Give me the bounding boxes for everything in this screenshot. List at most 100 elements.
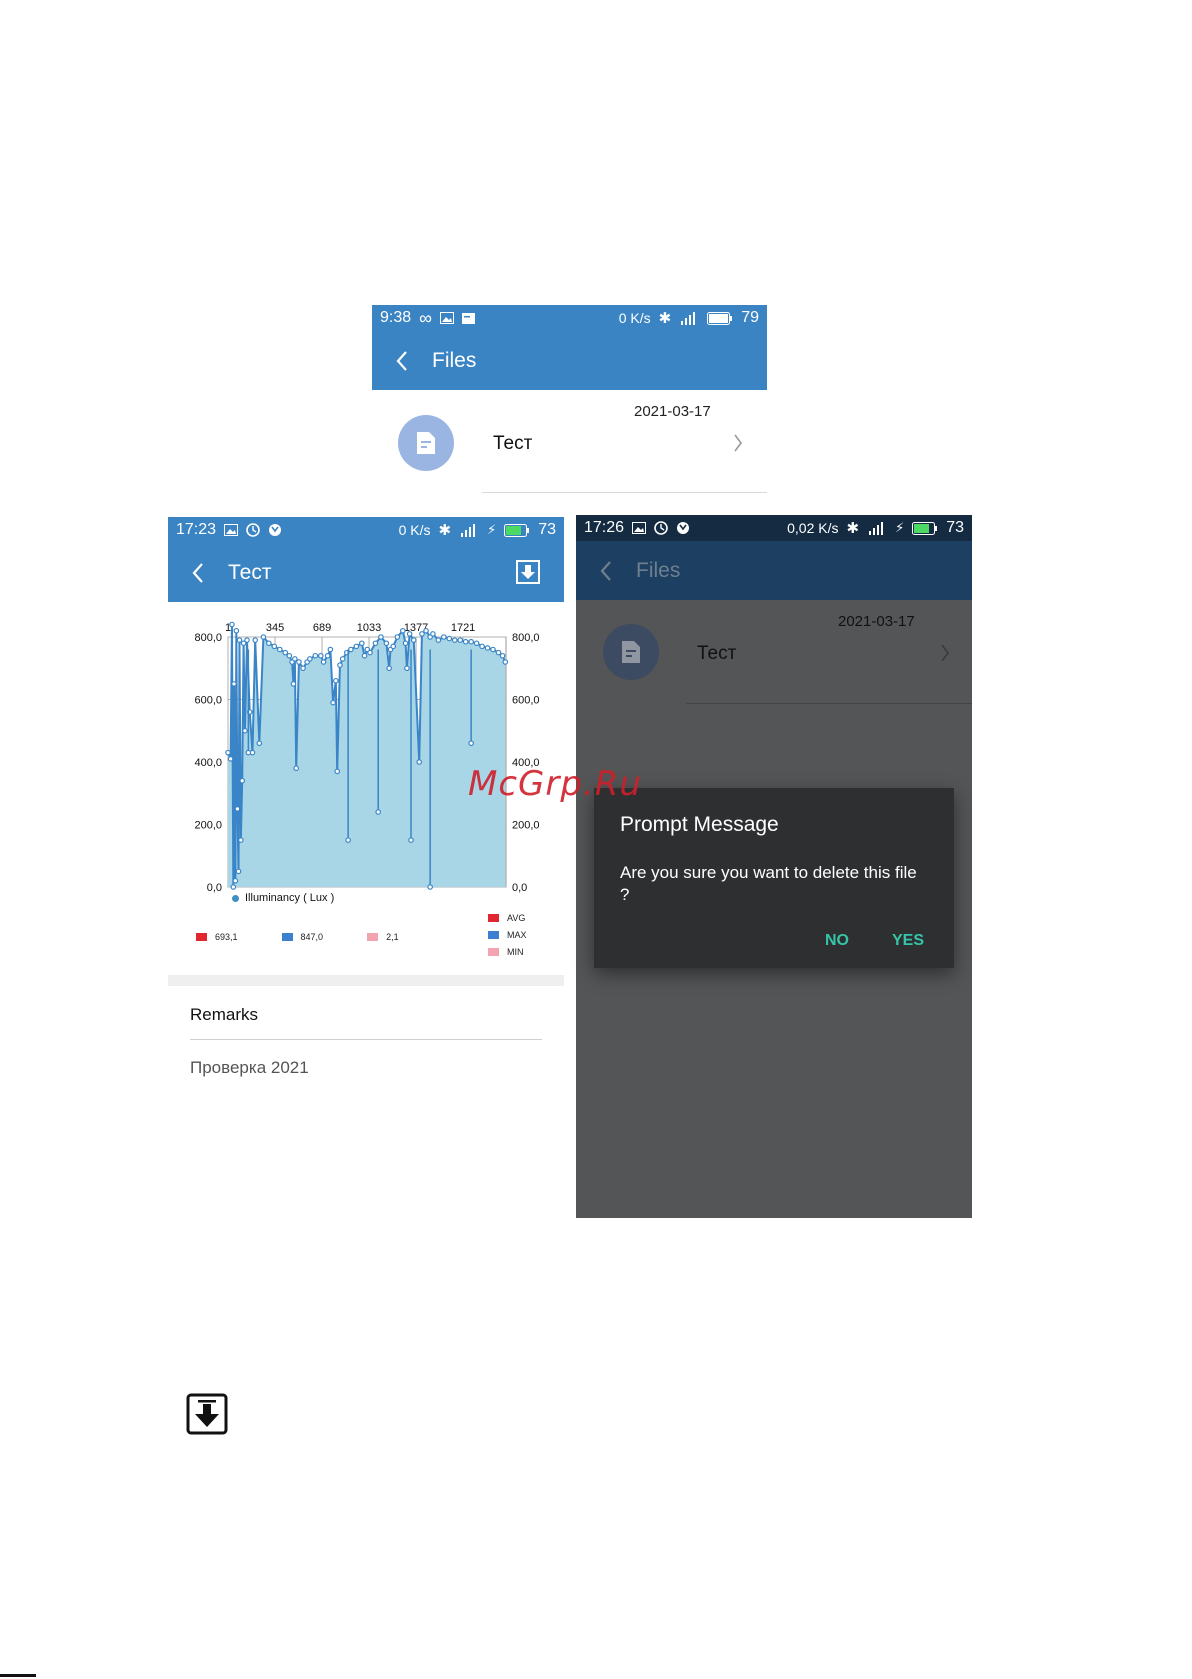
gallery-icon: [224, 524, 239, 536]
status-bar: 9:38 ∞ 0 K/s ✱ 79: [372, 305, 767, 331]
charging-icon: ⚡: [895, 520, 905, 535]
data-point: [348, 646, 354, 653]
back-button[interactable]: [388, 347, 416, 375]
screen-file-detail: 17:23 0 K/s ✱ ⚡ 73 Тест 0,0 0,0 200,0 20…: [168, 517, 564, 1092]
y-tick-label-left: 200,0: [194, 820, 222, 832]
data-point: [400, 627, 406, 634]
data-point: [372, 640, 379, 647]
data-point: [484, 645, 491, 651]
x-tick-label: 1033: [357, 622, 381, 634]
data-point: [416, 759, 423, 765]
status-bar: 17:26 0,02 K/s ✱ ⚡ 73: [576, 515, 972, 541]
file-list-item[interactable]: 2021-03-17 Тест: [372, 390, 767, 494]
notification-icon: [461, 312, 475, 324]
max-label: MAX: [507, 930, 527, 940]
chevron-left-icon: [192, 562, 203, 583]
download-icon: [186, 1393, 228, 1440]
bluetooth-icon: ✱: [438, 522, 452, 539]
dialog-title: Prompt Message: [620, 813, 779, 836]
y-tick-label-left: 600,0: [194, 695, 222, 707]
stat-avg-value: 693,1: [215, 932, 238, 942]
data-point: [441, 634, 447, 640]
data-point: [227, 756, 234, 762]
data-point: [238, 837, 244, 843]
network-speed: 0 K/s: [618, 310, 651, 326]
y-tick-label-left: 0,0: [207, 882, 222, 894]
data-point: [327, 646, 334, 653]
document-icon: [622, 641, 640, 663]
data-point: [468, 638, 474, 645]
data-point: [300, 665, 306, 672]
file-date: 2021-03-17: [838, 613, 915, 630]
data-point: [318, 652, 324, 659]
no-button[interactable]: NO: [825, 932, 849, 950]
remarks-text[interactable]: Проверка 2021: [190, 1058, 309, 1078]
series-area: [228, 624, 506, 887]
x-tick-label: 1721: [451, 622, 475, 634]
data-point: [234, 806, 241, 812]
dip-point: [245, 749, 252, 756]
data-point: [293, 765, 300, 772]
download-icon: [516, 560, 540, 584]
y-tick-label-right: 0,0: [512, 882, 527, 894]
stat-avg-swatch: [196, 933, 207, 941]
alarm-icon: [246, 523, 260, 537]
stats-legend-max: MAX: [488, 930, 527, 940]
dip-point: [345, 837, 351, 843]
battery-level: 79: [741, 309, 759, 326]
chevron-left-icon: [600, 560, 611, 581]
chevron-left-icon: [396, 350, 407, 371]
data-point: [244, 637, 250, 643]
battery-level: 73: [946, 519, 964, 536]
data-point: [402, 640, 409, 647]
export-button[interactable]: [516, 560, 540, 584]
min-label: MIN: [507, 947, 524, 957]
data-point: [292, 656, 298, 662]
data-point: [383, 640, 390, 647]
delete-dialog: Prompt Message Are you sure you want to …: [594, 788, 954, 968]
stat-avg: 693,1: [196, 932, 238, 942]
yes-button[interactable]: YES: [892, 932, 924, 950]
data-point: [502, 659, 509, 665]
page-title: Files: [636, 558, 681, 582]
data-point: [353, 643, 360, 650]
min-swatch: [488, 948, 499, 956]
stats-legend-avg: AVG: [488, 913, 527, 923]
footer-rule: [0, 1674, 36, 1677]
data-point: [361, 652, 368, 659]
battery-icon: [912, 521, 938, 535]
back-button[interactable]: [592, 557, 620, 585]
data-point: [367, 649, 373, 656]
remarks-divider: [190, 1039, 542, 1040]
remarks-heading: Remarks: [190, 1005, 259, 1024]
data-point: [256, 740, 263, 747]
back-button[interactable]: [184, 559, 212, 587]
status-bar: 17:23 0 K/s ✱ ⚡ 73: [168, 517, 564, 543]
network-speed: 0,02 K/s: [787, 520, 839, 536]
battery-icon: [504, 523, 530, 537]
data-point: [320, 659, 327, 665]
charging-icon: ⚡: [487, 522, 497, 537]
y-tick-label-right: 200,0: [512, 820, 540, 832]
illuminance-chart: 0,0 0,0200,0 200,0400,0 400,0600,0 600,0800,…: [194, 621, 540, 894]
stat-min: 2,1: [367, 932, 399, 942]
file-list-item[interactable]: 2021-03-17 Тест: [576, 600, 972, 704]
section-separator: [168, 975, 564, 986]
data-point: [290, 681, 297, 687]
data-point: [239, 777, 246, 784]
stat-max-value: 847,0: [300, 932, 324, 942]
avg-label: AVG: [507, 913, 526, 923]
data-point: [312, 652, 319, 659]
stats-legend: AVG MAX MIN: [488, 913, 527, 957]
data-point: [339, 656, 346, 662]
y-tick-label-right: 600,0: [512, 695, 540, 707]
document-icon: [417, 432, 435, 454]
toolbar: Files: [372, 331, 767, 390]
dip-point: [427, 884, 433, 890]
dip-point: [408, 837, 414, 843]
chart-legend: Illuminancy ( Lux ): [232, 892, 334, 904]
watermark: McGrp.Ru: [468, 764, 642, 804]
data-point: [473, 640, 480, 647]
data-point: [499, 652, 506, 659]
data-point: [231, 681, 237, 687]
